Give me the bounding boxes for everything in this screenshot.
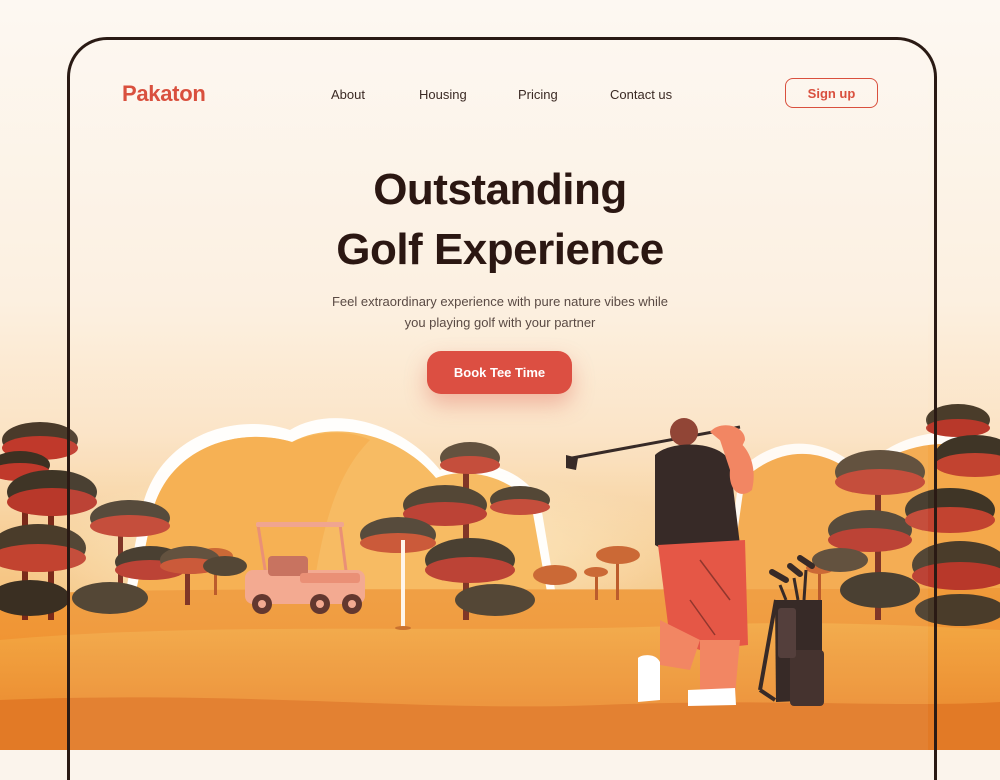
nav-item-housing[interactable]: Housing: [419, 87, 467, 102]
hero-subtitle-line-1: Feel extraordinary experience with pure …: [331, 294, 668, 309]
hero-title-line-1: Outstanding: [373, 165, 627, 214]
book-tee-time-button[interactable]: Book Tee Time: [427, 351, 572, 394]
nav-item-pricing[interactable]: Pricing: [518, 87, 558, 102]
brand-logo[interactable]: Pakaton: [122, 81, 206, 107]
hero-subtitle-line-2: you playing golf with your partner: [404, 315, 596, 330]
nav-item-about[interactable]: About: [331, 87, 365, 102]
hero-title: Outstanding Golf Experience: [0, 160, 1000, 280]
nav-item-contact-us[interactable]: Contact us: [610, 87, 672, 102]
hero-subtitle: Feel extraordinary experience with pure …: [0, 291, 1000, 333]
hero-title-line-2: Golf Experience: [336, 225, 664, 274]
signup-button[interactable]: Sign up: [785, 78, 878, 108]
